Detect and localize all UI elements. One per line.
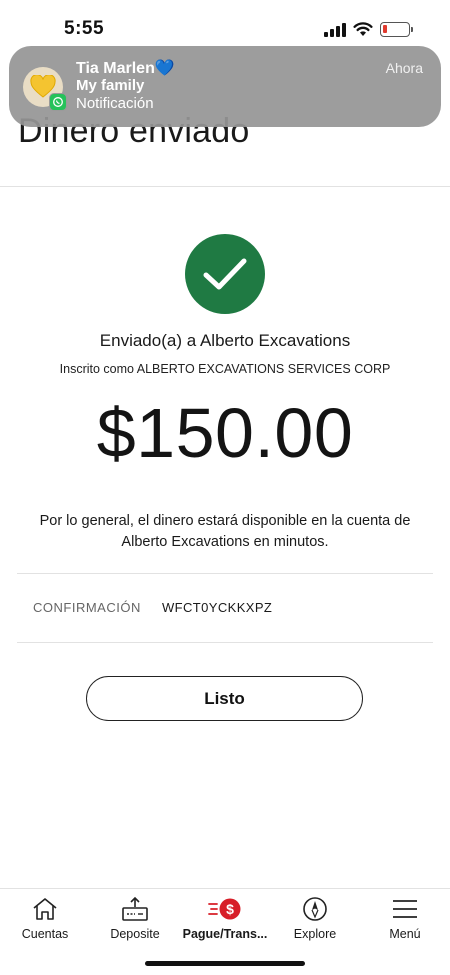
battery-icon: [380, 22, 413, 37]
confirmation-code: WFCT0YCKKXPZ: [162, 600, 273, 615]
divider: [17, 573, 433, 574]
nav-item-explore[interactable]: Explore: [270, 889, 360, 949]
nav-label-pague-transfiera: Pague/Trans...: [182, 927, 268, 941]
availability-message: Por lo general, el dinero estará disponi…: [39, 513, 411, 550]
nav-item-cuentas[interactable]: Cuentas: [0, 889, 90, 949]
notification-body: Notificación: [76, 95, 154, 112]
home-icon: [32, 896, 58, 922]
whatsapp-icon: [49, 93, 67, 111]
notification-time: Ahora: [385, 60, 423, 76]
nav-item-menu[interactable]: Menú: [360, 889, 450, 949]
divider: [17, 642, 433, 643]
status-icons: [324, 22, 413, 37]
svg-text:$: $: [226, 901, 234, 917]
nav-item-pague-transfiera[interactable]: $ Pague/Trans...: [180, 889, 270, 949]
nav-label-deposite: Deposite: [110, 927, 160, 941]
done-button[interactable]: Listo: [86, 676, 363, 721]
wifi-icon: [353, 22, 373, 36]
notification-banner[interactable]: Tia Marlen💙 My family Notificación Ahora: [9, 46, 441, 127]
deposit-icon: [121, 896, 149, 922]
amount-sent: $150.00: [96, 394, 354, 472]
nav-label-explore: Explore: [293, 927, 337, 941]
cellular-signal-icon: [324, 22, 346, 37]
nav-label-menu: Menú: [389, 927, 421, 941]
status-bar: 5:55: [0, 0, 450, 46]
sent-to-text: Enviado(a) a Alberto Excavations: [99, 331, 351, 350]
nav-item-deposite[interactable]: Deposite: [90, 889, 180, 949]
notification-subtitle: My family: [76, 77, 145, 94]
home-indicator[interactable]: [145, 961, 305, 966]
confirmation-label: CONFIRMACIÓN: [33, 600, 141, 615]
status-time: 5:55: [64, 18, 105, 39]
notification-title: Tia Marlen💙: [76, 60, 175, 77]
nav-label-cuentas: Cuentas: [21, 927, 69, 941]
menu-icon: [392, 896, 418, 922]
header-divider: [0, 186, 450, 187]
registered-as-text: Inscrito como ALBERTO EXCAVATIONS SERVIC…: [59, 362, 391, 376]
pay-transfer-icon: $: [208, 896, 242, 922]
compass-icon: [302, 896, 328, 922]
success-check-icon: [185, 234, 265, 314]
